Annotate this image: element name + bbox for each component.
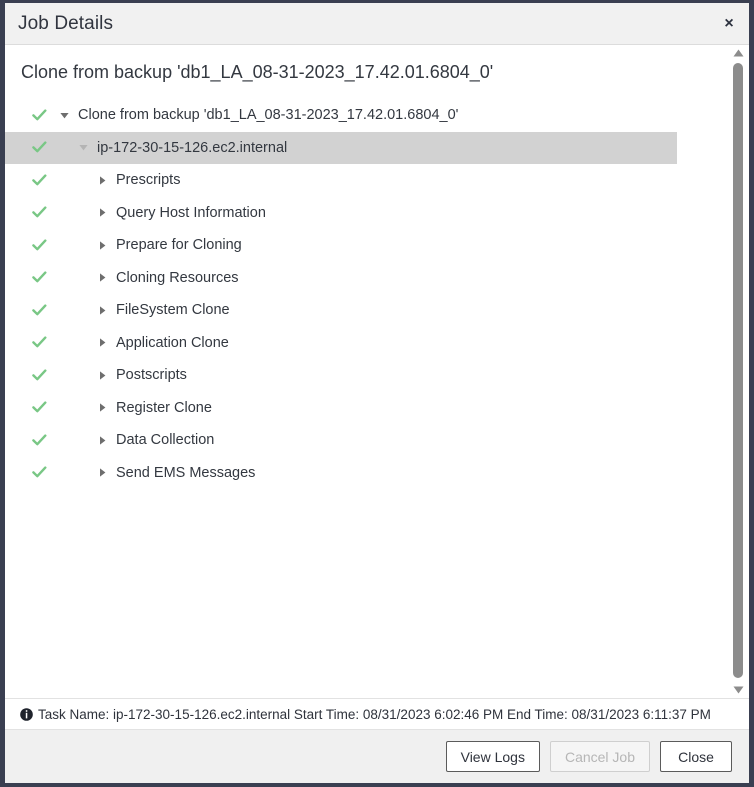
job-task-tree: Clone from backup 'db1_LA_08-31-2023_17.… (5, 99, 727, 489)
tree-row[interactable]: Data Collection (5, 424, 727, 457)
job-tree-panel: Clone from backup 'db1_LA_08-31-2023_17.… (5, 45, 727, 698)
tree-row[interactable]: Clone from backup 'db1_LA_08-31-2023_17.… (5, 99, 727, 132)
chevron-right-icon[interactable] (95, 271, 109, 285)
chevron-down-icon[interactable] (57, 108, 71, 122)
success-check-icon (31, 400, 47, 416)
scroll-down-icon[interactable] (727, 682, 749, 698)
success-check-icon (31, 432, 47, 448)
success-check-icon (31, 205, 47, 221)
dialog-content: Clone from backup 'db1_LA_08-31-2023_17.… (5, 45, 749, 698)
success-check-icon (31, 140, 47, 156)
success-check-icon (31, 172, 47, 188)
tree-row[interactable]: Postscripts (5, 359, 727, 392)
close-icon[interactable]: × (718, 13, 740, 35)
dialog-footer: View Logs Cancel Job Close (5, 730, 749, 783)
tree-row[interactable]: Application Clone (5, 327, 727, 360)
dialog-title: Job Details (18, 12, 114, 34)
chevron-right-icon[interactable] (95, 173, 109, 187)
success-check-icon (31, 367, 47, 383)
tree-row[interactable]: Prescripts (5, 164, 727, 197)
status-bar-text: Task Name: ip-172-30-15-126.ec2.internal… (38, 706, 711, 722)
tree-node-label: Data Collection (116, 432, 215, 449)
tree-node-label: Query Host Information (116, 204, 266, 221)
tree-row[interactable]: FileSystem Clone (5, 294, 727, 327)
tree-node-label: Prescripts (116, 172, 181, 189)
dialog-titlebar: Job Details × (5, 3, 749, 45)
chevron-right-icon[interactable] (95, 238, 109, 252)
tree-row[interactable]: Send EMS Messages (5, 457, 727, 490)
tree-node-label: Application Clone (116, 334, 229, 351)
chevron-right-icon[interactable] (95, 303, 109, 317)
tree-row[interactable]: Query Host Information (5, 197, 727, 230)
scroll-up-icon[interactable] (727, 45, 749, 61)
tree-node-label: Clone from backup 'db1_LA_08-31-2023_17.… (78, 107, 459, 124)
tree-node-label: Postscripts (116, 367, 187, 384)
success-check-icon (31, 465, 47, 481)
page-title: Clone from backup 'db1_LA_08-31-2023_17.… (21, 62, 494, 82)
success-check-icon (31, 302, 47, 318)
chevron-right-icon[interactable] (95, 206, 109, 220)
tree-node-label: FileSystem Clone (116, 302, 230, 319)
chevron-right-icon[interactable] (95, 466, 109, 480)
cancel-job-button: Cancel Job (549, 741, 650, 772)
tree-row[interactable]: ip-172-30-15-126.ec2.internal (5, 131, 677, 164)
chevron-down-icon[interactable] (76, 141, 90, 155)
tree-node-label: Send EMS Messages (116, 464, 256, 481)
chevron-right-icon[interactable] (95, 336, 109, 350)
info-icon (19, 707, 33, 721)
success-check-icon (31, 237, 47, 253)
chevron-right-icon[interactable] (95, 433, 109, 447)
scrollbar-track[interactable] (727, 61, 749, 682)
status-bar: Task Name: ip-172-30-15-126.ec2.internal… (5, 698, 749, 730)
chevron-right-icon[interactable] (95, 368, 109, 382)
content-scrollbar[interactable] (727, 45, 749, 698)
success-check-icon (31, 335, 47, 351)
tree-node-label: Register Clone (116, 399, 212, 416)
tree-node-label: Cloning Resources (116, 269, 239, 286)
success-check-icon (31, 270, 47, 286)
view-logs-button[interactable]: View Logs (445, 741, 540, 772)
tree-row[interactable]: Register Clone (5, 392, 727, 425)
chevron-right-icon[interactable] (95, 401, 109, 415)
tree-node-label: Prepare for Cloning (116, 237, 242, 254)
tree-row[interactable]: Cloning Resources (5, 262, 727, 295)
tree-node-label: ip-172-30-15-126.ec2.internal (97, 139, 288, 156)
close-button[interactable]: Close (660, 741, 732, 772)
job-details-dialog: Job Details × Clone from backup 'db1_LA_… (0, 0, 754, 787)
tree-row[interactable]: Prepare for Cloning (5, 229, 727, 262)
success-check-icon (31, 107, 47, 123)
scrollbar-thumb[interactable] (733, 63, 743, 678)
